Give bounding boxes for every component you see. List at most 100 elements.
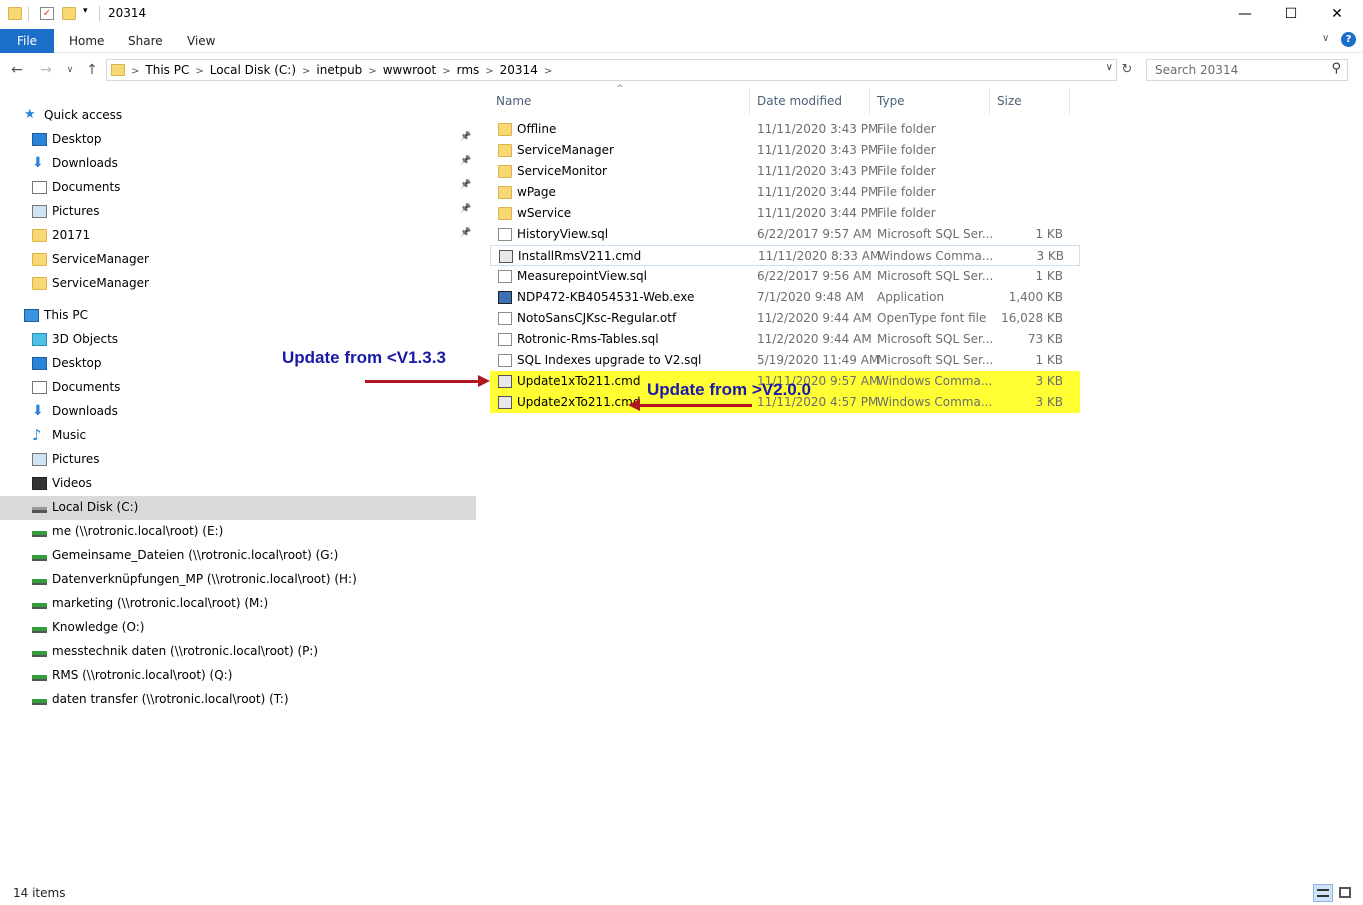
table-row[interactable]: Rotronic-Rms-Tables.sql 11/2/2020 9:44 AM…	[490, 329, 1080, 350]
maximize-button[interactable]: ☐	[1268, 0, 1314, 28]
pin-icon[interactable]: 📌	[460, 156, 471, 166]
tab-share[interactable]: Share	[128, 29, 163, 53]
pin-icon[interactable]: 📌	[460, 180, 471, 190]
file-type: Application	[877, 290, 945, 304]
help-icon[interactable]: ?	[1341, 32, 1356, 47]
nav-item-pictures[interactable]: Pictures 📌	[0, 200, 476, 224]
chevron-right-icon[interactable]: >	[131, 66, 139, 77]
expand-ribbon-icon[interactable]: ∨	[1322, 33, 1329, 44]
arrow-head-icon	[628, 399, 640, 411]
nav-item-music[interactable]: ♪ Music	[0, 424, 476, 448]
breadcrumb-inetpub[interactable]: inetpub	[316, 63, 362, 77]
close-button[interactable]: ✕	[1314, 0, 1360, 28]
chevron-right-icon[interactable]: >	[195, 66, 203, 77]
file-type: Microsoft SQL Ser...	[877, 332, 994, 346]
large-icons-view-button[interactable]	[1336, 884, 1356, 902]
network-drive-icon	[32, 531, 47, 537]
desktop-icon	[32, 133, 47, 146]
nav-item-datenverkn-pfungen-mp-rotronic-local-root-h[interactable]: Datenverknüpfungen_MP (\\rotronic.local\…	[0, 568, 476, 592]
address-dropdown-icon[interactable]: ∨	[1106, 62, 1113, 73]
tab-home[interactable]: Home	[69, 29, 104, 53]
chevron-right-icon[interactable]: >	[485, 66, 493, 77]
nav-item-downloads[interactable]: ⬇ Downloads	[0, 400, 476, 424]
table-row[interactable]: HistoryView.sql 6/22/2017 9:57 AM Microsof…	[490, 224, 1080, 245]
nav-item-videos[interactable]: Videos	[0, 472, 476, 496]
pin-icon[interactable]: 📌	[460, 132, 471, 142]
this-pc-label: This PC	[44, 308, 88, 322]
nav-item-pictures[interactable]: Pictures	[0, 448, 476, 472]
nav-item-quick-access[interactable]: ★ Quick access	[0, 104, 476, 128]
chevron-right-icon[interactable]: >	[368, 66, 376, 77]
column-divider[interactable]	[1069, 88, 1070, 114]
nav-item-servicemanager[interactable]: ServiceManager	[0, 272, 476, 296]
nav-item-daten-transfer-rotronic-local-root-t[interactable]: daten transfer (\\rotronic.local\root) (…	[0, 688, 476, 712]
table-row[interactable]: MeasurepointView.sql 6/22/2017 9:56 AM Mic…	[490, 266, 1080, 287]
table-row[interactable]: ServiceManager 11/11/2020 3:43 PM File fol…	[490, 140, 1080, 161]
address-bar[interactable]: > This PC > Local Disk (C:) > inetpub > wwwroot…	[106, 59, 1117, 81]
breadcrumb-wwwroot[interactable]: wwwroot	[383, 63, 437, 77]
file-date: 11/11/2020 3:44 PM	[757, 206, 879, 220]
recent-locations-button[interactable]: ∨	[61, 60, 79, 80]
column-header-name[interactable]: Name	[496, 88, 531, 114]
back-button[interactable]: ←	[8, 60, 26, 80]
column-divider[interactable]	[749, 88, 750, 114]
nav-item-gemeinsame-dateien-rotronic-local-root-g[interactable]: Gemeinsame_Dateien (\\rotronic.local\roo…	[0, 544, 476, 568]
desktop-label: Desktop	[52, 132, 102, 146]
nav-item-desktop[interactable]: Desktop 📌	[0, 128, 476, 152]
breadcrumb-this-pc[interactable]: This PC	[145, 63, 189, 77]
file-type: Microsoft SQL Ser...	[877, 269, 994, 283]
table-row[interactable]: InstallRmsV211.cmd 11/11/2020 8:33 AM Wind…	[490, 245, 1080, 266]
tab-file[interactable]: File	[0, 29, 54, 53]
pin-icon[interactable]: 📌	[460, 228, 471, 238]
table-row[interactable]: Offline 11/11/2020 3:43 PM File folder	[490, 119, 1080, 140]
new-folder-icon[interactable]	[62, 7, 76, 20]
column-divider[interactable]	[869, 88, 870, 114]
search-box[interactable]: Search 20314 ⚲	[1146, 59, 1348, 81]
nav-item-20171[interactable]: 20171 📌	[0, 224, 476, 248]
properties-icon[interactable]: ✓	[40, 7, 54, 20]
annotation-update-new: Update from >V2.0.0	[647, 380, 811, 399]
nav-item-local-disk-c[interactable]: Local Disk (C:)	[0, 496, 476, 520]
breadcrumb-20314[interactable]: 20314	[500, 63, 538, 77]
column-header-type[interactable]: Type	[877, 88, 905, 114]
nav-item-rms-rotronic-local-root-q[interactable]: RMS (\\rotronic.local\root) (Q:)	[0, 664, 476, 688]
this-pc-icon	[24, 309, 39, 322]
tab-view[interactable]: View	[187, 29, 215, 53]
search-input[interactable]: Search 20314	[1155, 63, 1238, 77]
details-view-button[interactable]	[1313, 884, 1333, 902]
pin-icon[interactable]: 📌	[460, 204, 471, 214]
downloads-label: Downloads	[52, 404, 118, 418]
refresh-button[interactable]: ↻	[1118, 59, 1136, 81]
nav-item-knowledge-o[interactable]: Knowledge (O:)	[0, 616, 476, 640]
nav-item-downloads[interactable]: ⬇ Downloads 📌	[0, 152, 476, 176]
chevron-right-icon[interactable]: >	[302, 66, 310, 77]
file-name: SQL Indexes upgrade to V2.sql	[517, 353, 702, 367]
breadcrumb-rms[interactable]: rms	[457, 63, 480, 77]
up-button[interactable]: ↑	[83, 60, 101, 80]
chevron-right-icon[interactable]: >	[442, 66, 450, 77]
nav-item-messtechnik-daten-rotronic-local-root-p[interactable]: messtechnik daten (\\rotronic.local\root…	[0, 640, 476, 664]
nav-item-servicemanager[interactable]: ServiceManager	[0, 248, 476, 272]
nav-item-this-pc[interactable]: This PC	[0, 304, 476, 328]
column-header-size[interactable]: Size	[997, 88, 1022, 114]
nav-item-me-rotronic-local-root-e[interactable]: me (\\rotronic.local\root) (E:)	[0, 520, 476, 544]
chevron-right-icon[interactable]: >	[544, 66, 552, 77]
customize-toolbar-icon[interactable]: ▾	[83, 6, 88, 16]
table-row[interactable]: wService 11/11/2020 3:44 PM File folder	[490, 203, 1080, 224]
nav-item-documents[interactable]: Documents 📌	[0, 176, 476, 200]
column-header-date[interactable]: Date modified	[757, 88, 842, 114]
network-drive-icon	[32, 555, 47, 561]
table-row[interactable]: NotoSansCJKsc-Regular.otf 11/2/2020 9:44 …	[490, 308, 1080, 329]
minimize-button[interactable]: —	[1222, 0, 1268, 28]
table-row[interactable]: wPage 11/11/2020 3:44 PM File folder	[490, 182, 1080, 203]
table-row[interactable]: NDP472-KB4054531-Web.exe 7/1/2020 9:48 AM…	[490, 287, 1080, 308]
forward-button[interactable]: →	[37, 60, 55, 80]
column-divider[interactable]	[989, 88, 990, 114]
table-row[interactable]: SQL Indexes upgrade to V2.sql 5/19/2020 1…	[490, 350, 1080, 371]
music-icon: ♪	[32, 426, 47, 444]
nav-item-marketing-rotronic-local-root-m[interactable]: marketing (\\rotronic.local\root) (M:)	[0, 592, 476, 616]
file-type: Windows Comma...	[877, 374, 993, 388]
folder-icon	[498, 165, 512, 178]
table-row[interactable]: ServiceMonitor 11/11/2020 3:43 PM File fol…	[490, 161, 1080, 182]
breadcrumb-local-disk[interactable]: Local Disk (C:)	[210, 63, 296, 77]
